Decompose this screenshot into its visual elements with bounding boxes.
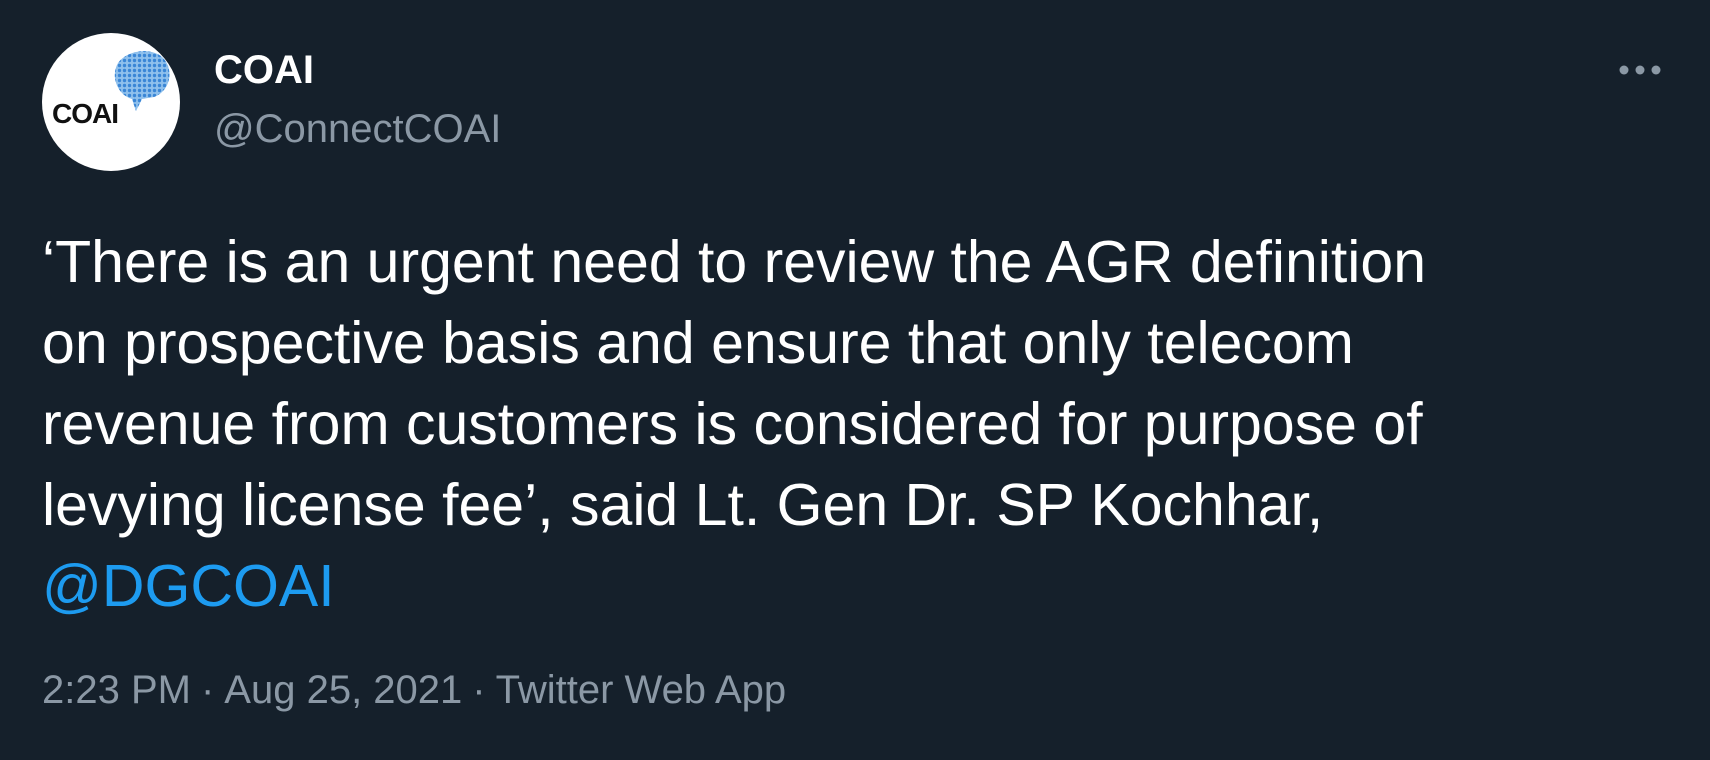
tweet-time[interactable]: 2:23 PM: [42, 668, 191, 712]
tweet-card: COAI COAI @ConnectCOAI ‘There is an urge…: [0, 0, 1710, 760]
tweet-metadata: 2:23 PM · Aug 25, 2021 · Twitter Web App: [42, 665, 786, 715]
tweet-date[interactable]: Aug 25, 2021: [224, 668, 462, 712]
avatar[interactable]: COAI: [42, 33, 180, 171]
mention-link[interactable]: @DGCOAI: [42, 546, 335, 627]
meta-separator: ·: [472, 668, 486, 712]
author-display-name[interactable]: COAI: [214, 46, 314, 94]
tweet-source[interactable]: Twitter Web App: [496, 668, 787, 712]
coai-logo-icon: COAI: [52, 51, 170, 129]
author-handle[interactable]: @ConnectCOAI: [214, 105, 501, 153]
meta-separator: ·: [200, 668, 215, 712]
more-options-button[interactable]: [1610, 50, 1670, 90]
tweet-text: ‘There is an urgent need to review the A…: [42, 229, 1427, 538]
more-horizontal-icon: [1619, 65, 1661, 75]
avatar-logo-text: COAI: [52, 98, 118, 129]
